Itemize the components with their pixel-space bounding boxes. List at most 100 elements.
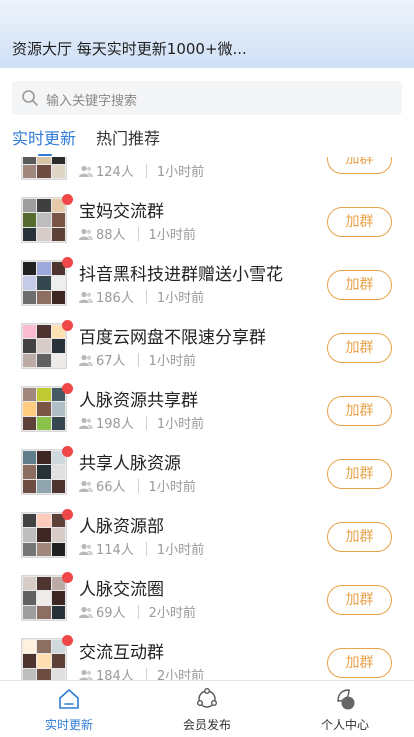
group-meta: 88人 1小时前 <box>79 224 196 243</box>
tab-bar: 实时更新 热门推荐 <box>0 121 414 157</box>
divider <box>137 226 139 241</box>
group-meta: 69人 2小时前 <box>79 602 196 621</box>
app-header: 资源大厅 每天实时更新1000+微... <box>0 0 414 68</box>
update-time: 1小时前 <box>148 228 196 243</box>
group-row[interactable]: 百度云网盘不限速分享群 67人 1小时前 加群 <box>0 313 414 376</box>
members-icon <box>79 417 93 429</box>
join-group-button[interactable]: 加群 <box>327 396 392 426</box>
nav-profile[interactable]: 个人中心 <box>276 681 414 737</box>
member-count: 66人 <box>96 480 126 495</box>
member-count: 114人 <box>96 543 134 558</box>
home-icon <box>59 689 79 709</box>
active-tab-indicator <box>38 154 52 156</box>
divider <box>145 541 147 556</box>
group-avatar <box>21 512 67 558</box>
group-meta: 186人 1小时前 <box>79 287 204 306</box>
join-group-button[interactable]: 加群 <box>327 333 392 363</box>
group-avatar <box>21 197 67 243</box>
group-row[interactable]: 人脉资源共享群 198人 1小时前 加群 <box>0 376 414 439</box>
group-row[interactable]: 宝妈交流群 88人 1小时前 加群 <box>0 187 414 250</box>
members-icon <box>79 291 93 303</box>
divider <box>145 163 147 178</box>
nav-label: 实时更新 <box>44 718 93 732</box>
group-meta: 67人 1小时前 <box>79 350 196 369</box>
profile-icon <box>337 689 355 710</box>
divider <box>137 478 139 493</box>
members-icon <box>79 669 93 680</box>
unread-dot <box>62 446 73 457</box>
divider <box>137 352 139 367</box>
group-row[interactable]: 人脉交流圈 69人 2小时前 加群 <box>0 565 414 628</box>
nav-label: 个人中心 <box>320 718 369 732</box>
update-time: 1小时前 <box>156 543 205 558</box>
member-count: 184人 <box>96 669 134 680</box>
join-group-button[interactable]: 加群 <box>327 522 392 552</box>
nav-label: 会员发布 <box>182 718 231 732</box>
group-list: 124人 1小时前 加群 宝妈交流群 88人 1小时前 加群 抖音黑科技进群赠送小雪花 186人… <box>0 157 414 680</box>
divider <box>145 289 147 304</box>
group-row[interactable]: 交流互动群 184人 2小时前 加群 <box>0 628 414 680</box>
unread-dot <box>62 509 73 520</box>
group-avatar <box>21 260 67 306</box>
member-count: 67人 <box>96 354 126 369</box>
group-name: 宝妈交流群 <box>79 202 164 222</box>
group-name: 抖音黑科技进群赠送小雪花 <box>79 265 283 285</box>
member-count: 198人 <box>96 417 134 432</box>
group-name: 人脉资源部 <box>79 517 164 537</box>
group-name: 人脉资源共享群 <box>79 391 198 411</box>
group-name: 共享人脉资源 <box>79 454 181 474</box>
join-group-button[interactable]: 加群 <box>327 207 392 237</box>
group-avatar <box>21 575 67 621</box>
group-avatar <box>21 638 67 680</box>
member-count: 88人 <box>96 228 126 243</box>
update-time: 1小时前 <box>156 165 205 180</box>
member-count: 69人 <box>96 606 126 621</box>
divider <box>145 415 147 430</box>
group-meta: 198人 1小时前 <box>79 413 204 432</box>
join-group-button[interactable]: 加群 <box>327 585 392 615</box>
divider <box>137 604 139 619</box>
update-time: 2小时前 <box>156 669 205 680</box>
nav-publish[interactable]: 会员发布 <box>138 681 276 737</box>
group-meta: 114人 1小时前 <box>79 539 204 558</box>
members-icon <box>79 480 93 492</box>
join-group-button[interactable]: 加群 <box>327 459 392 489</box>
join-group-button[interactable]: 加群 <box>327 270 392 300</box>
unread-dot <box>62 383 73 394</box>
header-title: 资源大厅 每天实时更新1000+微... <box>12 40 247 58</box>
update-time: 1小时前 <box>156 417 205 432</box>
bottom-nav: 实时更新 会员发布 个人中心 <box>0 680 414 736</box>
group-meta: 184人 2小时前 <box>79 665 204 680</box>
tab-realtime[interactable]: 实时更新 <box>12 125 76 149</box>
join-group-button[interactable]: 加群 <box>327 157 392 174</box>
share-icon <box>197 688 218 708</box>
search-placeholder: 输入关键字搜索 <box>46 94 138 109</box>
members-icon <box>79 606 93 618</box>
search-icon <box>22 90 38 106</box>
tab-popular[interactable]: 热门推荐 <box>96 125 160 149</box>
update-time: 1小时前 <box>156 291 205 306</box>
divider <box>145 667 147 680</box>
join-group-button[interactable]: 加群 <box>327 648 392 678</box>
group-row[interactable]: 124人 1小时前 加群 <box>0 157 414 187</box>
group-meta: 124人 1小时前 <box>79 161 204 180</box>
member-count: 124人 <box>96 165 134 180</box>
group-avatar <box>21 157 67 180</box>
update-time: 1小时前 <box>148 480 196 495</box>
group-row[interactable]: 抖音黑科技进群赠送小雪花 186人 1小时前 加群 <box>0 250 414 313</box>
unread-dot <box>62 572 73 583</box>
nav-realtime[interactable]: 实时更新 <box>0 681 138 737</box>
members-icon <box>79 165 93 177</box>
unread-dot <box>62 257 73 268</box>
member-count: 186人 <box>96 291 134 306</box>
members-icon <box>79 354 93 366</box>
members-icon <box>79 543 93 555</box>
group-avatar <box>21 449 67 495</box>
search-input[interactable]: 输入关键字搜索 <box>12 81 402 115</box>
group-row[interactable]: 人脉资源部 114人 1小时前 加群 <box>0 502 414 565</box>
group-avatar <box>21 323 67 369</box>
group-name: 百度云网盘不限速分享群 <box>79 328 266 348</box>
group-name: 人脉交流圈 <box>79 580 164 600</box>
group-avatar <box>21 386 67 432</box>
group-row[interactable]: 共享人脉资源 66人 1小时前 加群 <box>0 439 414 502</box>
